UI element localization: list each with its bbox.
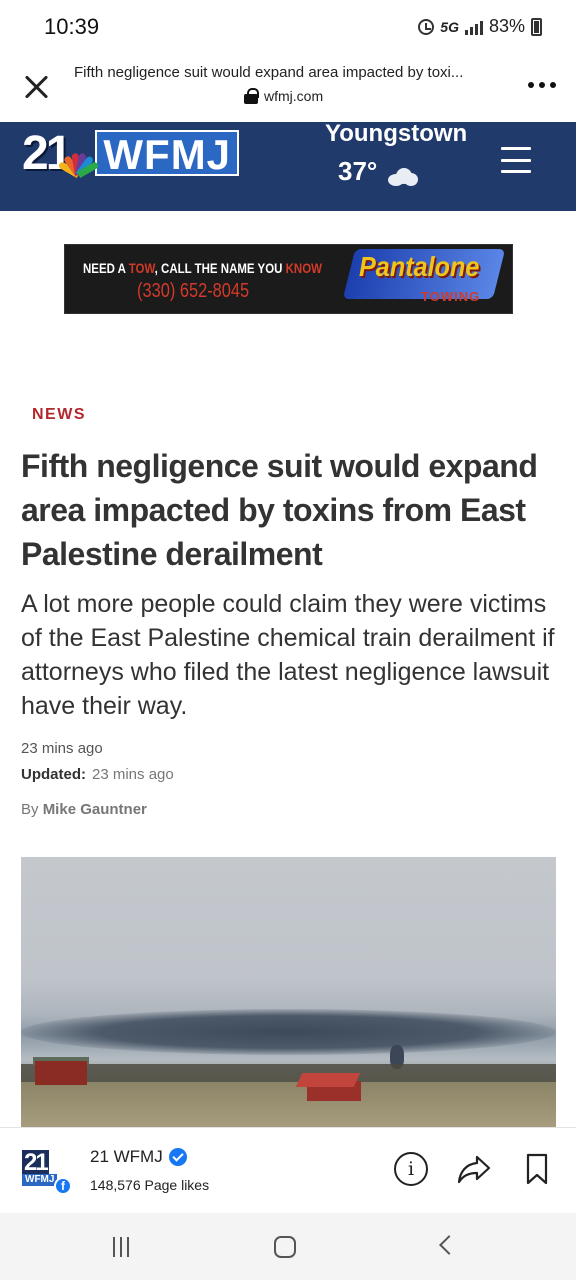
home-icon[interactable] bbox=[274, 1236, 296, 1258]
more-icon[interactable] bbox=[528, 82, 556, 88]
article-summary: A lot more people could claim they were … bbox=[21, 590, 555, 720]
recents-icon[interactable] bbox=[113, 1237, 129, 1257]
updated-time: Updated: 23 mins ago bbox=[21, 766, 174, 783]
article-photo[interactable] bbox=[21, 857, 556, 1127]
weather-temp[interactable]: 37° bbox=[338, 156, 377, 187]
ad-phone: (330) 652-8045 bbox=[137, 280, 250, 302]
ad-banner[interactable]: NEED A TOW, CALL THE NAME YOU KNOW (330)… bbox=[64, 244, 513, 314]
status-time: 10:39 bbox=[44, 14, 100, 39]
logo-text: WFMJ bbox=[95, 130, 240, 178]
share-icon[interactable] bbox=[456, 1152, 492, 1186]
ad-brand: Pantalone bbox=[359, 251, 480, 282]
updated-value: 23 mins ago bbox=[92, 766, 174, 783]
battery-icon bbox=[531, 17, 542, 36]
avatar-number: 21 bbox=[22, 1149, 49, 1176]
bookmark-icon[interactable] bbox=[526, 1153, 548, 1185]
close-icon[interactable] bbox=[22, 72, 52, 102]
page-title: Fifth negligence suit would expand area … bbox=[74, 64, 464, 81]
byline: By Mike Gauntner bbox=[21, 801, 147, 818]
fb-page-name[interactable]: 21 WFMJ bbox=[90, 1147, 187, 1167]
peacock-icon bbox=[58, 145, 100, 179]
site-logo[interactable]: 21 WFMJ bbox=[22, 126, 240, 180]
avatar-text: WFMJ bbox=[22, 1174, 58, 1186]
url-text: wfmj.com bbox=[264, 88, 324, 104]
signal-icon bbox=[464, 19, 483, 35]
fb-page-likes: 148,576 Page likes bbox=[90, 1177, 210, 1193]
logo-number: 21 bbox=[22, 126, 72, 180]
ad-tagline: NEED A TOW, CALL THE NAME YOU KNOW bbox=[83, 260, 322, 276]
network-label: 5G bbox=[440, 18, 459, 35]
custom-tab-toolbar: Fifth negligence suit would expand area … bbox=[0, 56, 576, 122]
fb-page-name-text: 21 WFMJ bbox=[90, 1147, 163, 1166]
author-name[interactable]: Mike Gauntner bbox=[43, 801, 147, 818]
publish-time: 23 mins ago bbox=[21, 740, 103, 757]
status-icons: 5G 83% bbox=[418, 16, 542, 37]
article-headline: Fifth negligence suit would expand area … bbox=[21, 448, 538, 572]
info-icon[interactable]: i bbox=[394, 1152, 428, 1186]
status-bar: 10:39 5G 83% bbox=[0, 0, 576, 56]
updated-label: Updated: bbox=[21, 766, 86, 783]
hamburger-menu-icon[interactable] bbox=[501, 147, 531, 173]
battery-percent: 83% bbox=[488, 16, 525, 36]
verified-icon bbox=[168, 1148, 187, 1166]
section-label[interactable]: NEWS bbox=[32, 406, 86, 424]
url-display[interactable]: wfmj.com bbox=[244, 88, 323, 104]
cloud-icon bbox=[386, 166, 418, 186]
lock-icon bbox=[244, 88, 259, 104]
weather-city[interactable]: Youngstown bbox=[325, 120, 467, 148]
byline-prefix: By bbox=[21, 801, 39, 818]
alarm-icon bbox=[418, 18, 435, 35]
facebook-icon: f bbox=[54, 1177, 72, 1195]
ad-subtext: TOWING bbox=[421, 289, 481, 304]
